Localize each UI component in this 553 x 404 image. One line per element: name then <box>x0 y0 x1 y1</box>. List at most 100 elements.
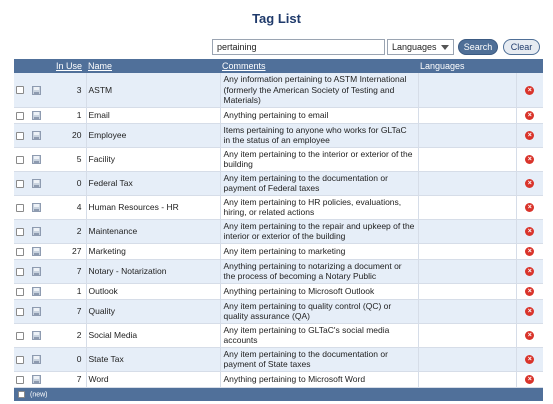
page-title: Tag List <box>252 11 301 26</box>
tag-comment: Anything pertaining to Microsoft Word <box>219 371 418 388</box>
row-delete-cell: × <box>515 371 543 388</box>
column-header-name[interactable]: Name <box>86 59 220 73</box>
save-icon[interactable] <box>32 111 41 120</box>
delete-icon[interactable]: × <box>525 375 535 384</box>
row-checkbox[interactable] <box>16 287 24 296</box>
save-icon[interactable] <box>32 331 41 340</box>
delete-icon[interactable]: × <box>525 85 535 95</box>
column-header-in-use[interactable]: In Use <box>52 59 86 73</box>
new-row-checkbox[interactable] <box>18 390 25 398</box>
row-checkbox-cell <box>14 73 30 108</box>
row-checkbox-cell <box>14 323 30 348</box>
table-row: 3 ASTM Any information pertaining to ASTM … <box>14 73 543 108</box>
delete-icon[interactable]: × <box>525 111 535 120</box>
delete-icon[interactable]: × <box>525 179 535 188</box>
in-use-count: 2 <box>52 219 86 244</box>
tag-name: Social Media <box>85 323 220 348</box>
search-input[interactable] <box>212 39 385 55</box>
row-checkbox[interactable] <box>16 375 24 384</box>
tag-languages <box>417 147 516 172</box>
table-row: 7 Word Anything pertaining to Microsoft Wo… <box>14 371 543 388</box>
row-checkbox[interactable] <box>16 86 24 95</box>
row-checkbox-cell <box>14 123 30 148</box>
row-save-cell <box>30 243 52 260</box>
save-icon[interactable] <box>32 131 41 140</box>
row-checkbox[interactable] <box>16 331 24 340</box>
save-icon[interactable] <box>32 355 41 364</box>
tag-name: ASTM <box>85 73 220 108</box>
header-delete-cell <box>516 59 543 73</box>
table-row: 0 Federal Tax Any item pertaining to the d… <box>14 171 543 196</box>
tag-name: Human Resources - HR <box>85 195 220 220</box>
new-row-cell: (new) <box>14 387 543 401</box>
tag-name: Email <box>85 107 220 124</box>
table-row: 20 Employee Items pertaining to anyone who… <box>14 123 543 148</box>
save-icon[interactable] <box>32 85 41 95</box>
row-checkbox[interactable] <box>16 247 24 256</box>
in-use-count: 7 <box>52 371 86 388</box>
row-checkbox[interactable] <box>16 155 24 164</box>
tag-name: Maintenance <box>85 219 220 244</box>
row-delete-cell: × <box>515 147 543 172</box>
row-checkbox-cell <box>14 219 30 244</box>
in-use-count: 1 <box>52 107 86 124</box>
delete-icon[interactable]: × <box>525 247 535 256</box>
tag-name: Marketing <box>85 243 220 260</box>
row-checkbox-cell <box>14 371 30 388</box>
delete-icon[interactable]: × <box>525 203 535 212</box>
save-icon[interactable] <box>32 307 41 316</box>
row-delete-cell: × <box>515 323 543 348</box>
save-icon[interactable] <box>32 179 41 188</box>
row-checkbox[interactable] <box>16 179 24 188</box>
tag-comment: Any item pertaining to the interior or e… <box>219 147 418 172</box>
row-checkbox[interactable] <box>16 111 24 120</box>
delete-icon[interactable]: × <box>525 355 535 364</box>
tag-languages <box>417 283 516 300</box>
tag-languages <box>417 107 516 124</box>
save-icon[interactable] <box>32 203 41 212</box>
tag-comment: Any item pertaining to the repair and up… <box>219 219 418 244</box>
row-checkbox[interactable] <box>16 355 24 364</box>
row-delete-cell: × <box>515 123 543 148</box>
in-use-count: 7 <box>52 299 86 324</box>
row-checkbox[interactable] <box>16 203 24 212</box>
language-select[interactable]: Languages <box>387 39 454 55</box>
delete-icon[interactable]: × <box>525 227 535 236</box>
save-icon[interactable] <box>32 287 41 296</box>
tag-name: Facility <box>85 147 220 172</box>
tag-comment: Any item pertaining to the documentation… <box>219 347 418 372</box>
row-delete-cell: × <box>515 299 543 324</box>
row-checkbox[interactable] <box>16 131 24 140</box>
table-row: 0 State Tax Any item pertaining to the doc… <box>14 347 543 372</box>
delete-icon[interactable]: × <box>525 131 535 140</box>
save-icon[interactable] <box>32 247 41 256</box>
search-button[interactable]: Search <box>458 39 498 55</box>
row-delete-cell: × <box>515 243 543 260</box>
table-row: 1 Email Anything pertaining to email × <box>14 107 543 124</box>
row-checkbox[interactable] <box>16 307 24 316</box>
row-checkbox[interactable] <box>16 267 24 276</box>
row-checkbox[interactable] <box>16 227 24 236</box>
clear-button[interactable]: Clear <box>503 39 540 55</box>
save-icon[interactable] <box>32 227 41 236</box>
row-checkbox-cell <box>14 107 30 124</box>
delete-icon[interactable]: × <box>525 331 535 340</box>
tag-languages <box>417 73 516 108</box>
in-use-count: 20 <box>52 123 86 148</box>
delete-icon[interactable]: × <box>525 307 535 316</box>
header-checkbox-cell <box>14 59 30 73</box>
tag-languages <box>417 219 516 244</box>
row-save-cell <box>30 347 52 372</box>
column-header-comments[interactable]: Comments <box>220 59 418 73</box>
row-delete-cell: × <box>515 219 543 244</box>
row-delete-cell: × <box>515 171 543 196</box>
delete-icon[interactable]: × <box>525 155 535 164</box>
tag-comment: Any item pertaining to HR policies, eval… <box>219 195 418 220</box>
column-header-languages: Languages <box>420 61 465 71</box>
save-icon[interactable] <box>32 267 41 276</box>
save-icon[interactable] <box>32 375 41 384</box>
delete-icon[interactable]: × <box>525 267 535 276</box>
delete-icon[interactable]: × <box>525 287 535 296</box>
table-row: 1 Outlook Anything pertaining to Microsoft… <box>14 283 543 300</box>
save-icon[interactable] <box>32 155 41 164</box>
